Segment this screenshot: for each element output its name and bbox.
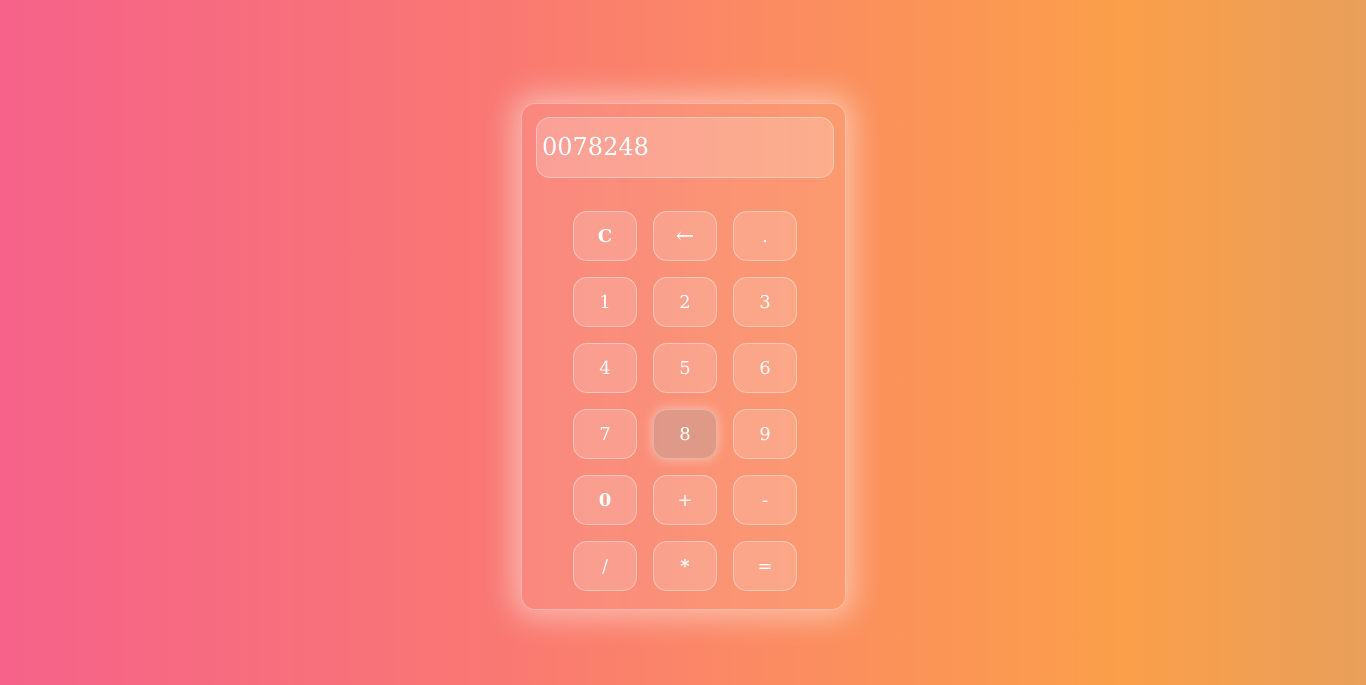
digit-6-button[interactable]: 6 <box>733 343 797 393</box>
add-button[interactable]: + <box>653 475 717 525</box>
subtract-button[interactable]: - <box>733 475 797 525</box>
keypad: C ← . 1 2 3 4 5 6 7 8 9 0 + - / * = <box>573 211 797 591</box>
decimal-button[interactable]: . <box>733 211 797 261</box>
digit-0-button[interactable]: 0 <box>573 475 637 525</box>
digit-1-button[interactable]: 1 <box>573 277 637 327</box>
digit-9-button[interactable]: 9 <box>733 409 797 459</box>
clear-button[interactable]: C <box>573 211 637 261</box>
digit-4-button[interactable]: 4 <box>573 343 637 393</box>
digit-5-button[interactable]: 5 <box>653 343 717 393</box>
backspace-button[interactable]: ← <box>653 211 717 261</box>
multiply-button[interactable]: * <box>653 541 717 591</box>
digit-7-button[interactable]: 7 <box>573 409 637 459</box>
equals-button[interactable]: = <box>733 541 797 591</box>
divide-button[interactable]: / <box>573 541 637 591</box>
calculator-display[interactable]: 0078248 <box>536 117 834 178</box>
digit-3-button[interactable]: 3 <box>733 277 797 327</box>
digit-8-button[interactable]: 8 <box>653 409 717 459</box>
calculator-panel: 0078248 C ← . 1 2 3 4 5 6 7 8 9 0 + - / … <box>521 103 846 610</box>
digit-2-button[interactable]: 2 <box>653 277 717 327</box>
